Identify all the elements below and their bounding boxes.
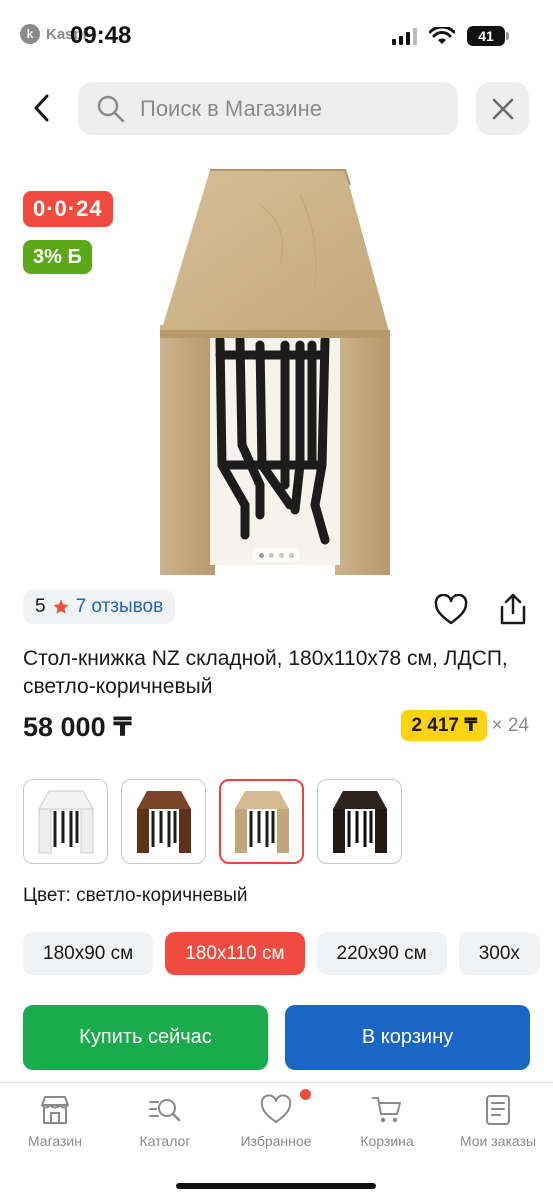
image-pagination-dots[interactable] — [252, 548, 300, 562]
reviews-link[interactable]: 7 отзывов — [76, 596, 164, 618]
color-black-thumbnail — [332, 790, 387, 853]
orders-icon — [486, 1095, 510, 1125]
chevron-left-icon — [34, 94, 49, 122]
product-title: Стол-книжка NZ складной, 180x110x78 см, … — [23, 647, 508, 698]
rating-score: 5 — [35, 596, 46, 617]
tab-cart-label: Корзина — [360, 1133, 414, 1149]
tab-shop[interactable]: Магазин — [0, 1093, 110, 1149]
tab-orders[interactable]: Мои заказы — [443, 1093, 553, 1149]
cart-icon — [372, 1097, 401, 1123]
search-bar[interactable] — [78, 82, 458, 135]
add-to-cart-button[interactable]: В корзину — [285, 1005, 530, 1070]
color-variant-white[interactable] — [23, 779, 108, 864]
back-button[interactable] — [22, 88, 62, 128]
catalog-search-icon — [149, 1099, 181, 1122]
battery-icon: 41 — [467, 26, 509, 46]
status-bar: k Kaspi 09:48 41 — [0, 0, 553, 72]
battery-level: 41 — [478, 28, 494, 44]
color-variants — [23, 779, 402, 864]
tab-favorites[interactable]: Избранное — [221, 1093, 331, 1149]
tab-orders-label: Мои заказы — [459, 1133, 537, 1149]
color-light-brown-thumbnail — [234, 790, 289, 853]
buy-now-button[interactable]: Купить сейчас — [23, 1005, 268, 1070]
share-icon[interactable] — [496, 592, 530, 626]
installment-timer-badge: 0·0·24 — [23, 191, 113, 227]
kaspi-logo-icon: k — [20, 24, 40, 44]
installment-offer[interactable]: 2 417 ₸ × 24 — [401, 710, 529, 741]
color-variant-black[interactable] — [317, 779, 402, 864]
bonus-badge: 3% Б — [23, 240, 92, 274]
color-white-thumbnail — [37, 790, 94, 853]
close-button[interactable] — [476, 82, 529, 135]
close-icon — [492, 98, 513, 119]
status-time: 09:48 — [70, 22, 132, 49]
size-option[interactable]: 300x — [458, 932, 540, 975]
status-indicators: 41 — [392, 26, 509, 46]
size-options: 180x90 см 180x110 см 220x90 см 300x — [23, 932, 540, 975]
size-option[interactable]: 180x90 см — [23, 932, 154, 975]
rating-badge[interactable]: 5 7 отзывов — [23, 590, 176, 624]
size-option[interactable]: 220x90 см — [316, 932, 447, 975]
shop-icon — [41, 1096, 69, 1124]
selected-color-label: Цвет: светло-коричневый — [23, 885, 248, 906]
search-icon — [97, 95, 125, 122]
home-indicator[interactable] — [176, 1183, 376, 1189]
size-option-selected[interactable]: 180x110 см — [165, 932, 305, 975]
favorite-heart-icon[interactable] — [434, 594, 468, 626]
installment-multiplier: × 24 — [491, 714, 529, 736]
tab-catalog[interactable]: Каталог — [110, 1093, 220, 1149]
color-walnut-thumbnail — [136, 790, 191, 853]
wifi-icon — [429, 27, 455, 44]
favorites-notification-dot — [300, 1089, 311, 1100]
star-icon — [53, 599, 69, 614]
search-input[interactable] — [140, 95, 440, 122]
product-image[interactable] — [150, 165, 400, 580]
color-variant-light-brown[interactable] — [219, 779, 304, 864]
tab-catalog-label: Каталог — [139, 1133, 191, 1149]
heart-icon — [260, 1094, 292, 1123]
cellular-signal-icon — [392, 27, 417, 45]
tab-shop-label: Магазин — [27, 1133, 82, 1149]
product-price: 58 000 ₸ — [23, 712, 132, 742]
tab-favorites-label: Избранное — [240, 1133, 312, 1149]
tab-cart[interactable]: Корзина — [332, 1093, 442, 1149]
installment-amount: 2 417 ₸ — [401, 710, 488, 741]
color-variant-walnut[interactable] — [121, 779, 206, 864]
